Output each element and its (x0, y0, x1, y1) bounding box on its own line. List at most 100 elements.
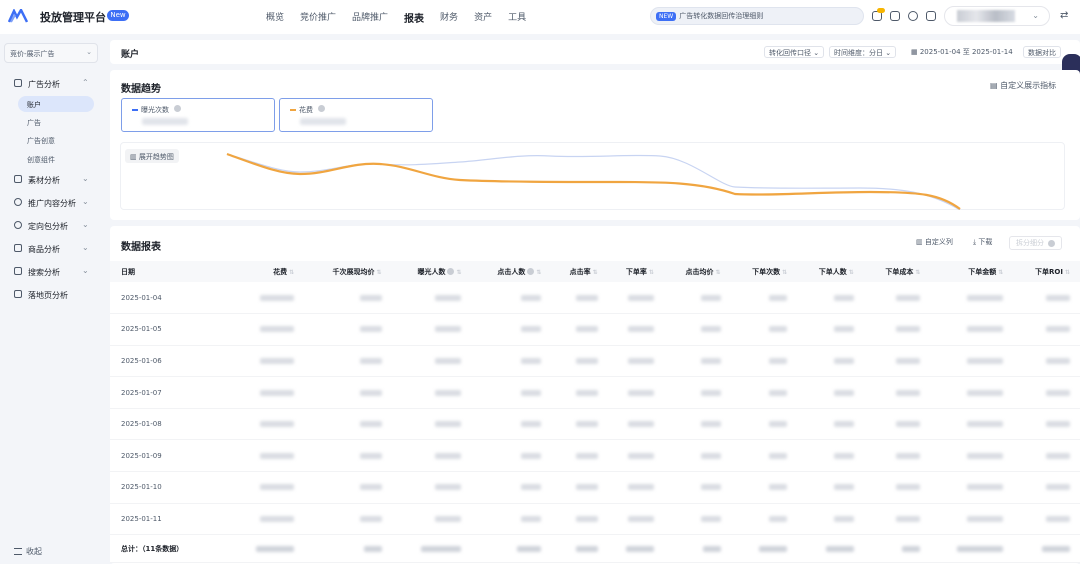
expand-trend-button[interactable]: ▥ 展开趋势图 (125, 149, 179, 163)
series-swatch (290, 109, 296, 111)
col-header-reach[interactable]: 曝光人数 ⇅ (391, 261, 472, 282)
row-date: 2025-01-08 (110, 408, 234, 441)
switch-icon[interactable]: ⇄ (1060, 10, 1068, 21)
cell-value-blurred (930, 282, 1014, 315)
sidebar-collapse-button[interactable]: 收起 (14, 546, 42, 557)
cell-value-blurred (797, 408, 864, 441)
custom-columns-button[interactable]: ▥ 自定义列 (916, 237, 953, 247)
sidebar-item-targeting[interactable]: 定向包分析 ⌄ (0, 218, 108, 234)
conversion-select[interactable]: 转化回传口径 ⌄ (764, 46, 825, 58)
col-header-cost[interactable]: 花费 ⇅ (233, 261, 305, 282)
notice-bar[interactable]: NEW 广告转化数据回传治理细则 (650, 7, 864, 25)
cell-value-blurred (391, 282, 472, 315)
col-header-roi[interactable]: 下单ROI ⇅ (1013, 261, 1080, 282)
cell-value-blurred (551, 439, 608, 473)
cell-value-blurred (797, 345, 864, 378)
image-icon (14, 175, 22, 183)
bell-icon[interactable] (872, 8, 885, 21)
sort-icon: ⇅ (376, 268, 382, 276)
mobile-icon[interactable] (926, 11, 936, 21)
menu-item-bidding[interactable]: 竞价推广 (292, 8, 344, 27)
sidebar-item-ad-analysis[interactable]: 广告分析 ⌃ (0, 76, 108, 92)
custom-metric-link[interactable]: ▤ 自定义展示指标 (990, 80, 1056, 91)
col-header-clickers[interactable]: 点击人数 ⇅ (471, 261, 552, 282)
cell-value-blurred (233, 408, 305, 441)
col-header-cpc[interactable]: 点击均价 ⇅ (663, 261, 731, 282)
cell-value-blurred (233, 313, 305, 346)
cell-value-blurred (233, 471, 305, 504)
cell-value-blurred (930, 408, 1014, 441)
cell-value-blurred (607, 408, 664, 441)
cell-value-blurred (863, 408, 931, 441)
cell-value-blurred (797, 282, 864, 315)
report-table: 日期 花费 ⇅ 千次展现均价 ⇅ 曝光人数 ⇅ 点击人数 ⇅ 点击率 ⇅ 下单率 ⇅ 点击均… (110, 261, 1080, 564)
compare-button[interactable]: 数据对比 (1023, 46, 1061, 58)
download-button[interactable]: ⤓ 下载 (973, 237, 992, 247)
menu-item-overview[interactable]: 概览 (258, 8, 292, 27)
col-label: 下单人数 (818, 267, 847, 276)
download-icon: ⤓ (973, 238, 977, 246)
col-header-orders[interactable]: 下单次数 ⇅ (730, 261, 798, 282)
cell-value-blurred (391, 313, 472, 346)
menu-item-finance[interactable]: 财务 (432, 8, 466, 27)
col-header-order-amount[interactable]: 下单金额 ⇅ (930, 261, 1014, 282)
menu-item-report[interactable]: 报表 (396, 8, 432, 27)
metric-card-cost[interactable]: 花费 (279, 98, 433, 132)
row-date: 2025-01-07 (110, 376, 234, 409)
cell-value-blurred (233, 376, 305, 409)
sidebar-item-landing[interactable]: 落地页分析 (0, 287, 108, 303)
col-header-buyers[interactable]: 下单人数 ⇅ (797, 261, 864, 282)
cell-value-blurred (730, 282, 798, 315)
cell-value-blurred (663, 471, 731, 504)
cell-value-blurred (391, 439, 472, 473)
cell-value-blurred (797, 471, 864, 504)
sidebar-subitem-creative[interactable]: 广告创意 (18, 132, 94, 148)
custom-metric-label: 自定义展示指标 (1000, 81, 1057, 90)
cell-value-blurred (730, 376, 798, 409)
total-value-blurred (607, 534, 664, 564)
database-icon[interactable] (890, 11, 900, 21)
sidebar-item-content[interactable]: 推广内容分析 ⌄ (0, 195, 108, 211)
cell-value-blurred (233, 345, 305, 378)
sidebar-subitem-component[interactable]: 创意组件 (18, 151, 94, 167)
cell-value-blurred (233, 282, 305, 315)
table-row: 2025-01-11 (110, 503, 1080, 536)
cell-value-blurred (1013, 503, 1080, 536)
cell-value-blurred (607, 282, 664, 315)
sidebar-item-material[interactable]: 素材分析 ⌄ (0, 172, 108, 188)
menu-item-tools[interactable]: 工具 (500, 8, 534, 27)
chevron-down-icon: ⌄ (82, 243, 89, 252)
top-nav: 投放管理平台 New 概览 竞价推广 品牌推广 报表 财务 资产 工具 NEW … (0, 0, 1080, 34)
cell-value-blurred (663, 376, 731, 409)
col-header-order-cost[interactable]: 下单成本 ⇅ (863, 261, 931, 282)
cell-value-blurred (391, 471, 472, 504)
split-button[interactable]: 拆分细分 (1009, 236, 1063, 250)
settings-icon: ▤ (990, 81, 998, 90)
cell-value-blurred (233, 439, 305, 473)
cell-value-blurred (607, 345, 664, 378)
chevron-down-icon: ⌄ (1032, 11, 1039, 20)
col-label: 下单金额 (968, 267, 997, 276)
sidebar-subitem-ad[interactable]: 广告 (18, 114, 94, 130)
sidebar-item-product[interactable]: 商品分析 ⌄ (0, 241, 108, 257)
account-select[interactable]: 竞价-展示广告 ⌄ (4, 43, 98, 63)
table-body: 2025-01-04 2025-01-05 2025-01-06 2025-01-07… (110, 282, 1080, 564)
help-icon[interactable] (908, 11, 918, 21)
total-value-blurred (471, 534, 552, 564)
menu-item-assets[interactable]: 资产 (466, 8, 500, 27)
col-header-order-rate[interactable]: 下单率 ⇅ (607, 261, 664, 282)
col-header-ctr[interactable]: 点击率 ⇅ (551, 261, 608, 282)
notification-dot (877, 8, 885, 13)
date-range-picker[interactable]: ▦ 2025-01-04 至 2025-01-14 (907, 46, 1017, 58)
metric-card-impressions[interactable]: 曝光次数 (121, 98, 275, 132)
sidebar-subitem-account[interactable]: 账户 (18, 96, 94, 112)
user-menu[interactable]: ⌄ (944, 6, 1050, 26)
cell-value-blurred (391, 345, 472, 378)
menu-item-brand[interactable]: 品牌推广 (344, 8, 396, 27)
granularity-select[interactable]: 时间维度：分日 ⌄ (829, 46, 897, 58)
row-date: 2025-01-04 (110, 282, 234, 315)
col-header-cpm[interactable]: 千次展现均价 ⇅ (304, 261, 392, 282)
cell-value-blurred (607, 503, 664, 536)
table-header-row: 日期 花费 ⇅ 千次展现均价 ⇅ 曝光人数 ⇅ 点击人数 ⇅ 点击率 ⇅ 下单率 ⇅ 点击均… (110, 261, 1080, 282)
sidebar-item-search[interactable]: 搜索分析 ⌄ (0, 264, 108, 280)
